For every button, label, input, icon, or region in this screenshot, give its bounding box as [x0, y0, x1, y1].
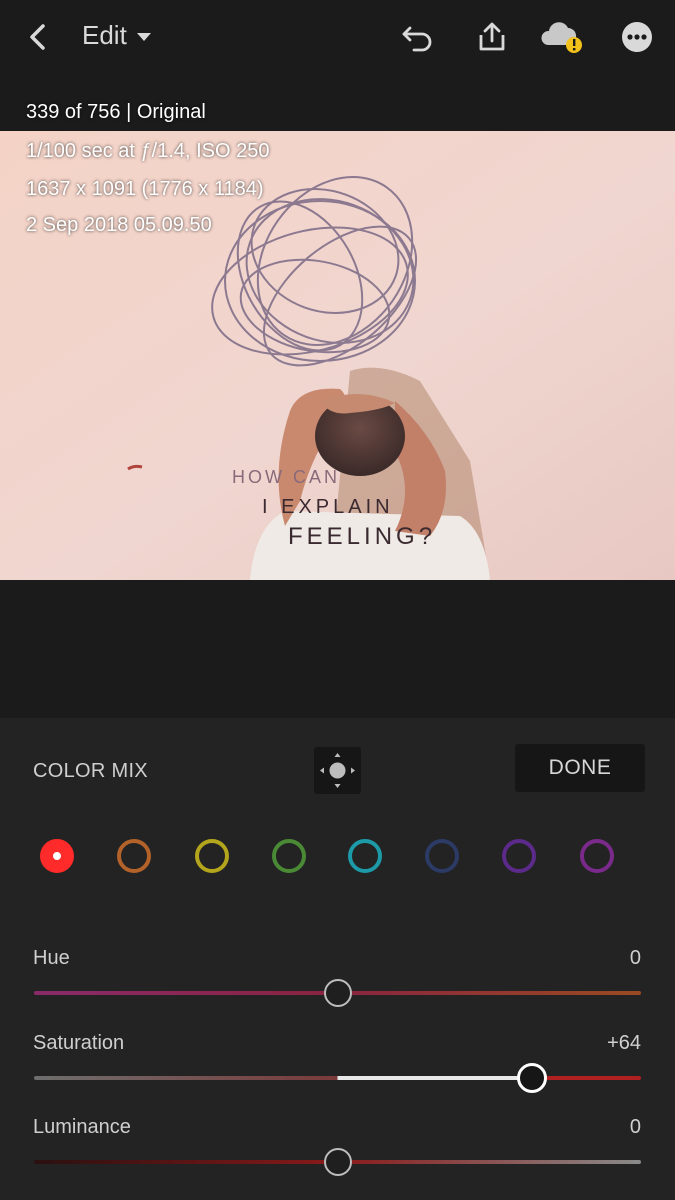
- back-button[interactable]: [14, 14, 60, 60]
- more-icon: [622, 22, 652, 52]
- title-label: Edit: [82, 20, 127, 50]
- edit-menu-button[interactable]: Edit: [82, 20, 151, 51]
- done-button[interactable]: DONE: [515, 744, 645, 792]
- back-icon: [30, 24, 45, 50]
- undo-icon: [402, 26, 432, 52]
- saturation-label: Saturation: [33, 1032, 125, 1054]
- saturation-slider-track[interactable]: [34, 1076, 641, 1080]
- hue-label: Hue: [33, 947, 70, 969]
- cloud-sync-button[interactable]: [540, 14, 586, 60]
- share-button[interactable]: [469, 14, 515, 60]
- photo-info-date: 2 Sep 2018 05.09.50: [26, 214, 212, 236]
- wall-text-line2: I EXPLAIN: [262, 496, 394, 518]
- luminance-slider-thumb[interactable]: [323, 1148, 352, 1176]
- swatch-aqua[interactable]: [348, 839, 382, 873]
- chevron-down-icon: [136, 33, 151, 41]
- saturation-slider-thumb[interactable]: [516, 1063, 547, 1093]
- luminance-label: Luminance: [33, 1116, 131, 1138]
- undo-button[interactable]: [395, 14, 441, 60]
- swatch-purple[interactable]: [502, 839, 536, 873]
- swatch-blue[interactable]: [425, 839, 459, 873]
- wall-text-line3: FEELING?: [288, 523, 436, 550]
- luminance-value: 0: [629, 1116, 641, 1138]
- color-mix-panel: COLOR MIX DONE Hue 0 Saturation +64 Lumi…: [0, 718, 675, 1200]
- cloud-warning-icon: [541, 22, 582, 53]
- swatch-red[interactable]: [40, 839, 74, 873]
- hue-slider-thumb[interactable]: [323, 979, 352, 1007]
- more-button[interactable]: [614, 14, 660, 60]
- photo-info-counter: 339 of 756 | Original: [26, 101, 206, 123]
- swatch-orange[interactable]: [117, 839, 151, 873]
- targeted-adjustment-button[interactable]: [314, 747, 361, 794]
- swatch-green[interactable]: [272, 839, 306, 873]
- photo-info-dimensions: 1637 x 1091 (1776 x 1184): [26, 178, 264, 200]
- swatch-magenta[interactable]: [580, 839, 614, 873]
- swatch-yellow[interactable]: [195, 839, 229, 873]
- photo-info-exposure: 1/100 sec at ƒ/1.4, ISO 250: [26, 140, 270, 162]
- wall-text-line1: HOW CAN: [232, 467, 340, 487]
- panel-title: COLOR MIX: [33, 760, 148, 782]
- share-icon: [479, 22, 505, 51]
- hue-value: 0: [629, 947, 641, 969]
- top-bar: Edit: [0, 0, 675, 76]
- target-move-icon: [320, 753, 355, 788]
- saturation-value: +64: [607, 1032, 641, 1054]
